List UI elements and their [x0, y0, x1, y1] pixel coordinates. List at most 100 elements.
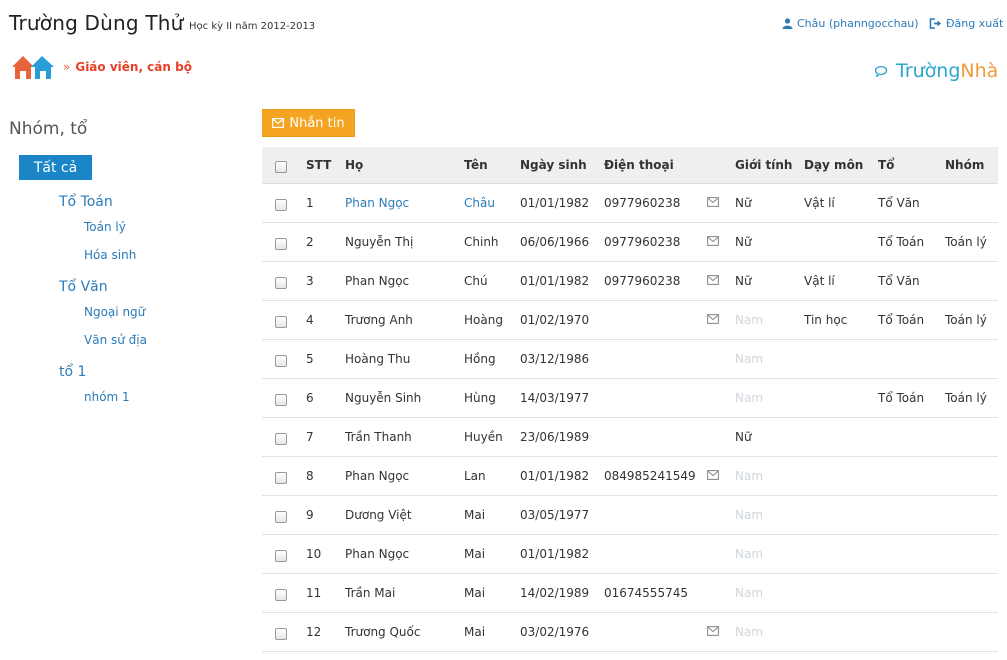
sidebar-item-van-su-dia[interactable]: Văn sử địa — [84, 333, 147, 347]
cell-day-mon: Vật lí — [804, 196, 835, 210]
cell-ten[interactable]: Châu — [464, 196, 495, 210]
col-dien-thoai[interactable]: Điện thoại — [604, 158, 674, 172]
cell-gioi-tinh: Nữ — [735, 274, 752, 288]
cell-ho: Phan Ngọc — [345, 469, 410, 483]
cell-ten: Lan — [464, 469, 486, 483]
table-row[interactable]: 9 Dương Việt Mai 03/05/1977 Nam — [262, 496, 998, 535]
table-row[interactable]: 8 Phan Ngọc Lan 01/01/1982 084985241549 Nam — [262, 457, 998, 496]
cell-gioi-tinh: Nam — [735, 352, 764, 366]
col-day-mon[interactable]: Dạy môn — [804, 158, 863, 172]
table-row[interactable]: 7 Trần Thanh Huyền 23/06/1989 Nữ — [262, 418, 998, 457]
table-row[interactable]: 12 Trương Quốc Mai 03/02/1976 Nam — [262, 613, 998, 652]
row-checkbox[interactable] — [275, 589, 287, 601]
table-row[interactable]: 10 Phan Ngọc Mai 01/01/1982 Nam — [262, 535, 998, 574]
row-checkbox[interactable] — [275, 277, 287, 289]
col-ho[interactable]: Họ — [345, 158, 363, 172]
table-row[interactable]: 5 Hoàng Thu Hồng 03/12/1986 Nam — [262, 340, 998, 379]
mail-icon[interactable] — [707, 314, 719, 324]
cell-stt: 1 — [306, 196, 314, 210]
brand-name-part2: Nhà — [960, 60, 999, 82]
col-to[interactable]: Tổ — [878, 158, 894, 172]
breadcrumb: » Giáo viên, cán bộ — [11, 54, 192, 80]
row-checkbox[interactable] — [275, 355, 287, 367]
cell-ho: Phan Ngọc — [345, 274, 410, 288]
select-all-checkbox[interactable] — [275, 161, 287, 173]
cell-ngay-sinh: 14/03/1977 — [520, 391, 590, 405]
table-row[interactable]: 3 Phan Ngọc Chú 01/01/1982 0977960238 Nữ Vật l… — [262, 262, 998, 301]
cell-ho: Trần Mai — [345, 586, 396, 600]
cell-ho: Trương Quốc — [345, 625, 421, 639]
cell-ten: Mai — [464, 547, 486, 561]
cell-stt: 3 — [306, 274, 314, 288]
cell-nhom: Toán lý — [945, 313, 987, 327]
cell-stt: 5 — [306, 352, 314, 366]
sidebar-item-all[interactable]: Tất cả — [19, 155, 92, 180]
row-checkbox[interactable] — [275, 316, 287, 328]
cell-ten: Chinh — [464, 235, 499, 249]
mail-icon — [272, 118, 285, 128]
mail-icon[interactable] — [707, 236, 719, 246]
cell-gioi-tinh: Nam — [735, 625, 764, 639]
cell-ten: Hoàng — [464, 313, 503, 327]
mail-icon[interactable] — [707, 626, 719, 636]
cell-ten: Chú — [464, 274, 488, 288]
breadcrumb-current: Giáo viên, cán bộ — [75, 60, 192, 74]
sidebar-item-toan-ly[interactable]: Toán lý — [84, 220, 126, 234]
chat-bubble-icon — [874, 65, 888, 77]
mail-icon[interactable] — [707, 470, 719, 480]
cell-dien-thoai: 0977960238 — [604, 235, 681, 249]
row-checkbox[interactable] — [275, 394, 287, 406]
logout-icon — [929, 18, 941, 29]
cell-stt: 6 — [306, 391, 314, 405]
row-checkbox[interactable] — [275, 472, 287, 484]
row-checkbox[interactable] — [275, 628, 287, 640]
send-message-label: Nhắn tin — [289, 115, 345, 131]
sidebar-item-hoa-sinh[interactable]: Hóa sinh — [84, 248, 136, 262]
table-row[interactable]: 1 Phan Ngọc Châu 01/01/1982 0977960238 Nữ Vật … — [262, 184, 998, 223]
col-ngay-sinh[interactable]: Ngày sinh — [520, 158, 587, 172]
sidebar-group-to-1[interactable]: tổ 1 — [59, 364, 86, 380]
cell-nhom: Toán lý — [945, 235, 987, 249]
cell-dien-thoai: 01674555745 — [604, 586, 688, 600]
logout-link[interactable]: Đăng xuất — [929, 17, 1003, 30]
cell-ho[interactable]: Phan Ngọc — [345, 196, 409, 210]
home-icon[interactable] — [11, 54, 55, 80]
sidebar-item-nhom-1[interactable]: nhóm 1 — [84, 390, 130, 404]
cell-ngay-sinh: 06/06/1966 — [520, 235, 590, 249]
cell-gioi-tinh: Nam — [735, 391, 764, 405]
cell-dien-thoai: 0977960238 — [604, 196, 681, 210]
logout-label: Đăng xuất — [946, 17, 1004, 30]
cell-ngay-sinh: 01/01/1982 — [520, 547, 590, 561]
col-nhom[interactable]: Nhóm — [945, 158, 984, 172]
col-stt[interactable]: STT — [306, 158, 331, 172]
col-ten[interactable]: Tên — [464, 158, 488, 172]
cell-stt: 11 — [306, 586, 322, 600]
cell-ten: Hùng — [464, 391, 496, 405]
cell-ho: Dương Việt — [345, 508, 412, 522]
col-gioi-tinh[interactable]: Giới tính — [735, 158, 792, 172]
row-checkbox[interactable] — [275, 433, 287, 445]
table-body: 1 Phan Ngọc Châu 01/01/1982 0977960238 Nữ Vật … — [262, 184, 998, 660]
table-row[interactable]: 11 Trần Mai Mai 14/02/1989 01674555745 Nam — [262, 574, 998, 613]
user-link[interactable]: Châu (phanngocchau) — [782, 17, 919, 30]
cell-dien-thoai: 084985241549 — [604, 469, 696, 483]
brand-logo: TrườngNhà — [874, 60, 998, 82]
sidebar-group-to-toan[interactable]: Tổ Toán — [59, 194, 113, 210]
table-row[interactable]: 4 Trương Anh Hoàng 01/02/1970 Nam Tin học Tổ T… — [262, 301, 998, 340]
cell-ngay-sinh: 01/01/1982 — [520, 196, 590, 210]
row-checkbox[interactable] — [275, 550, 287, 562]
sidebar-group-to-van[interactable]: Tổ Văn — [59, 279, 108, 295]
row-checkbox[interactable] — [275, 238, 287, 250]
row-checkbox[interactable] — [275, 511, 287, 523]
mail-icon[interactable] — [707, 275, 719, 285]
cell-gioi-tinh: Nữ — [735, 430, 752, 444]
table-row[interactable]: 2 Nguyễn Thị Chinh 06/06/1966 0977960238 Nữ Tổ… — [262, 223, 998, 262]
table-header: STT Họ Tên Ngày sinh Điện thoại Giới tín… — [262, 147, 998, 184]
table-row[interactable]: 6 Nguyễn Sinh Hùng 14/03/1977 Nam Tổ Toán Toán… — [262, 379, 998, 418]
cell-ho: Nguyễn Sinh — [345, 391, 422, 405]
row-checkbox[interactable] — [275, 199, 287, 211]
mail-icon[interactable] — [707, 197, 719, 207]
send-message-button[interactable]: Nhắn tin — [262, 109, 355, 137]
table-row[interactable]: 13Trương QuốcMai04/02/19780977790238Nam — [262, 652, 998, 660]
sidebar-item-ngoai-ngu[interactable]: Ngoại ngữ — [84, 305, 145, 319]
